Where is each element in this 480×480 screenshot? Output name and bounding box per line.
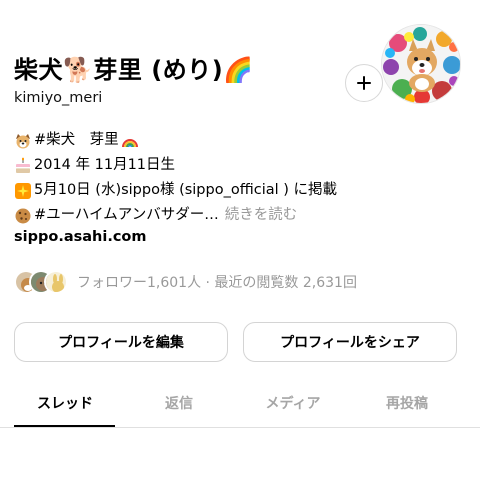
avatar[interactable]	[381, 24, 461, 104]
followers-row[interactable]: フォロワー1,601人 · 最近の閲覧数 2,631回	[14, 270, 357, 294]
bio-line-2: 2014 年 11月11日生	[14, 153, 337, 178]
avatar-image	[382, 25, 460, 103]
share-profile-button[interactable]: プロフィールをシェア	[243, 322, 457, 362]
bio-text-2: 2014 年 11月11日生	[34, 157, 176, 173]
bio-text-1: #柴犬 芽里	[34, 132, 119, 148]
followers-text[interactable]: フォロワー1,601人 · 最近の閲覧数 2,631回	[77, 272, 357, 292]
rainbow-icon	[121, 138, 138, 147]
dog-face-icon	[16, 133, 30, 148]
active-tab-indicator	[14, 425, 115, 427]
bio-line-4: #ユーハイムアンバサダー… 続きを読む	[14, 203, 337, 228]
website-link[interactable]: sippo.asahi.com	[14, 229, 147, 245]
cookie-icon	[15, 208, 31, 223]
avatar-wrap[interactable]	[381, 24, 461, 104]
bio-text-4: #ユーハイムアンバサダー…	[34, 207, 219, 223]
bio-text-3: 5月10日 (水)sippo様 (sippo_official ) に掲載	[34, 182, 338, 198]
bio-line-1: #柴犬 芽里	[14, 128, 337, 153]
sparkle-burst-icon	[15, 182, 31, 199]
tab-replies[interactable]: 返信	[122, 393, 236, 413]
read-more-link[interactable]: 続きを読む	[225, 203, 298, 228]
profile-tabs: スレッド 返信 メディア 再投稿	[0, 385, 480, 428]
bio: #柴犬 芽里 2014 年 11月11日生 5月10日 (水)sippo様 (s…	[14, 128, 337, 228]
plus-icon	[357, 76, 371, 90]
username[interactable]: kimiyo_meri	[14, 90, 102, 106]
tab-media[interactable]: メディア	[236, 393, 350, 413]
follower-avatar	[44, 270, 68, 294]
display-name: 柴犬🐕芽里 (めり)🌈	[14, 56, 254, 84]
add-button[interactable]	[345, 64, 383, 102]
tab-threads[interactable]: スレッド	[8, 393, 122, 413]
bio-line-3: 5月10日 (水)sippo様 (sippo_official ) に掲載	[14, 178, 337, 203]
tab-reposts[interactable]: 再投稿	[350, 393, 464, 413]
edit-profile-button[interactable]: プロフィールを編集	[14, 322, 228, 362]
birthday-cake-icon	[16, 157, 30, 173]
